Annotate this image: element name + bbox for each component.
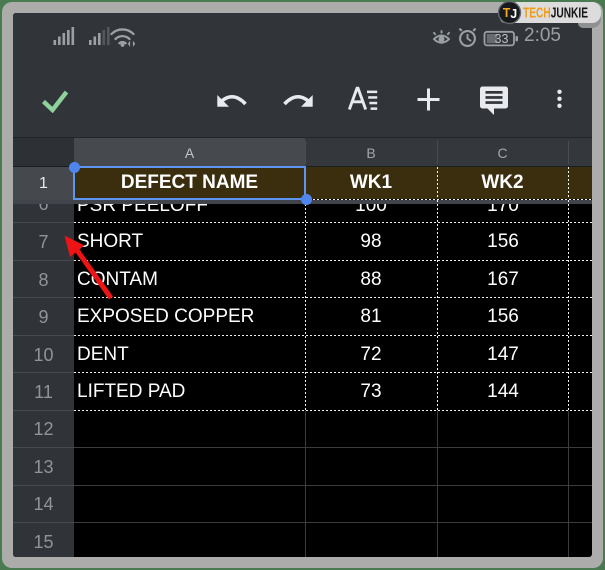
svg-text:33: 33 [495,32,509,46]
svg-text:TECHJUNKIE: TECHJUNKIE [523,5,588,22]
svg-text:J: J [510,7,517,21]
